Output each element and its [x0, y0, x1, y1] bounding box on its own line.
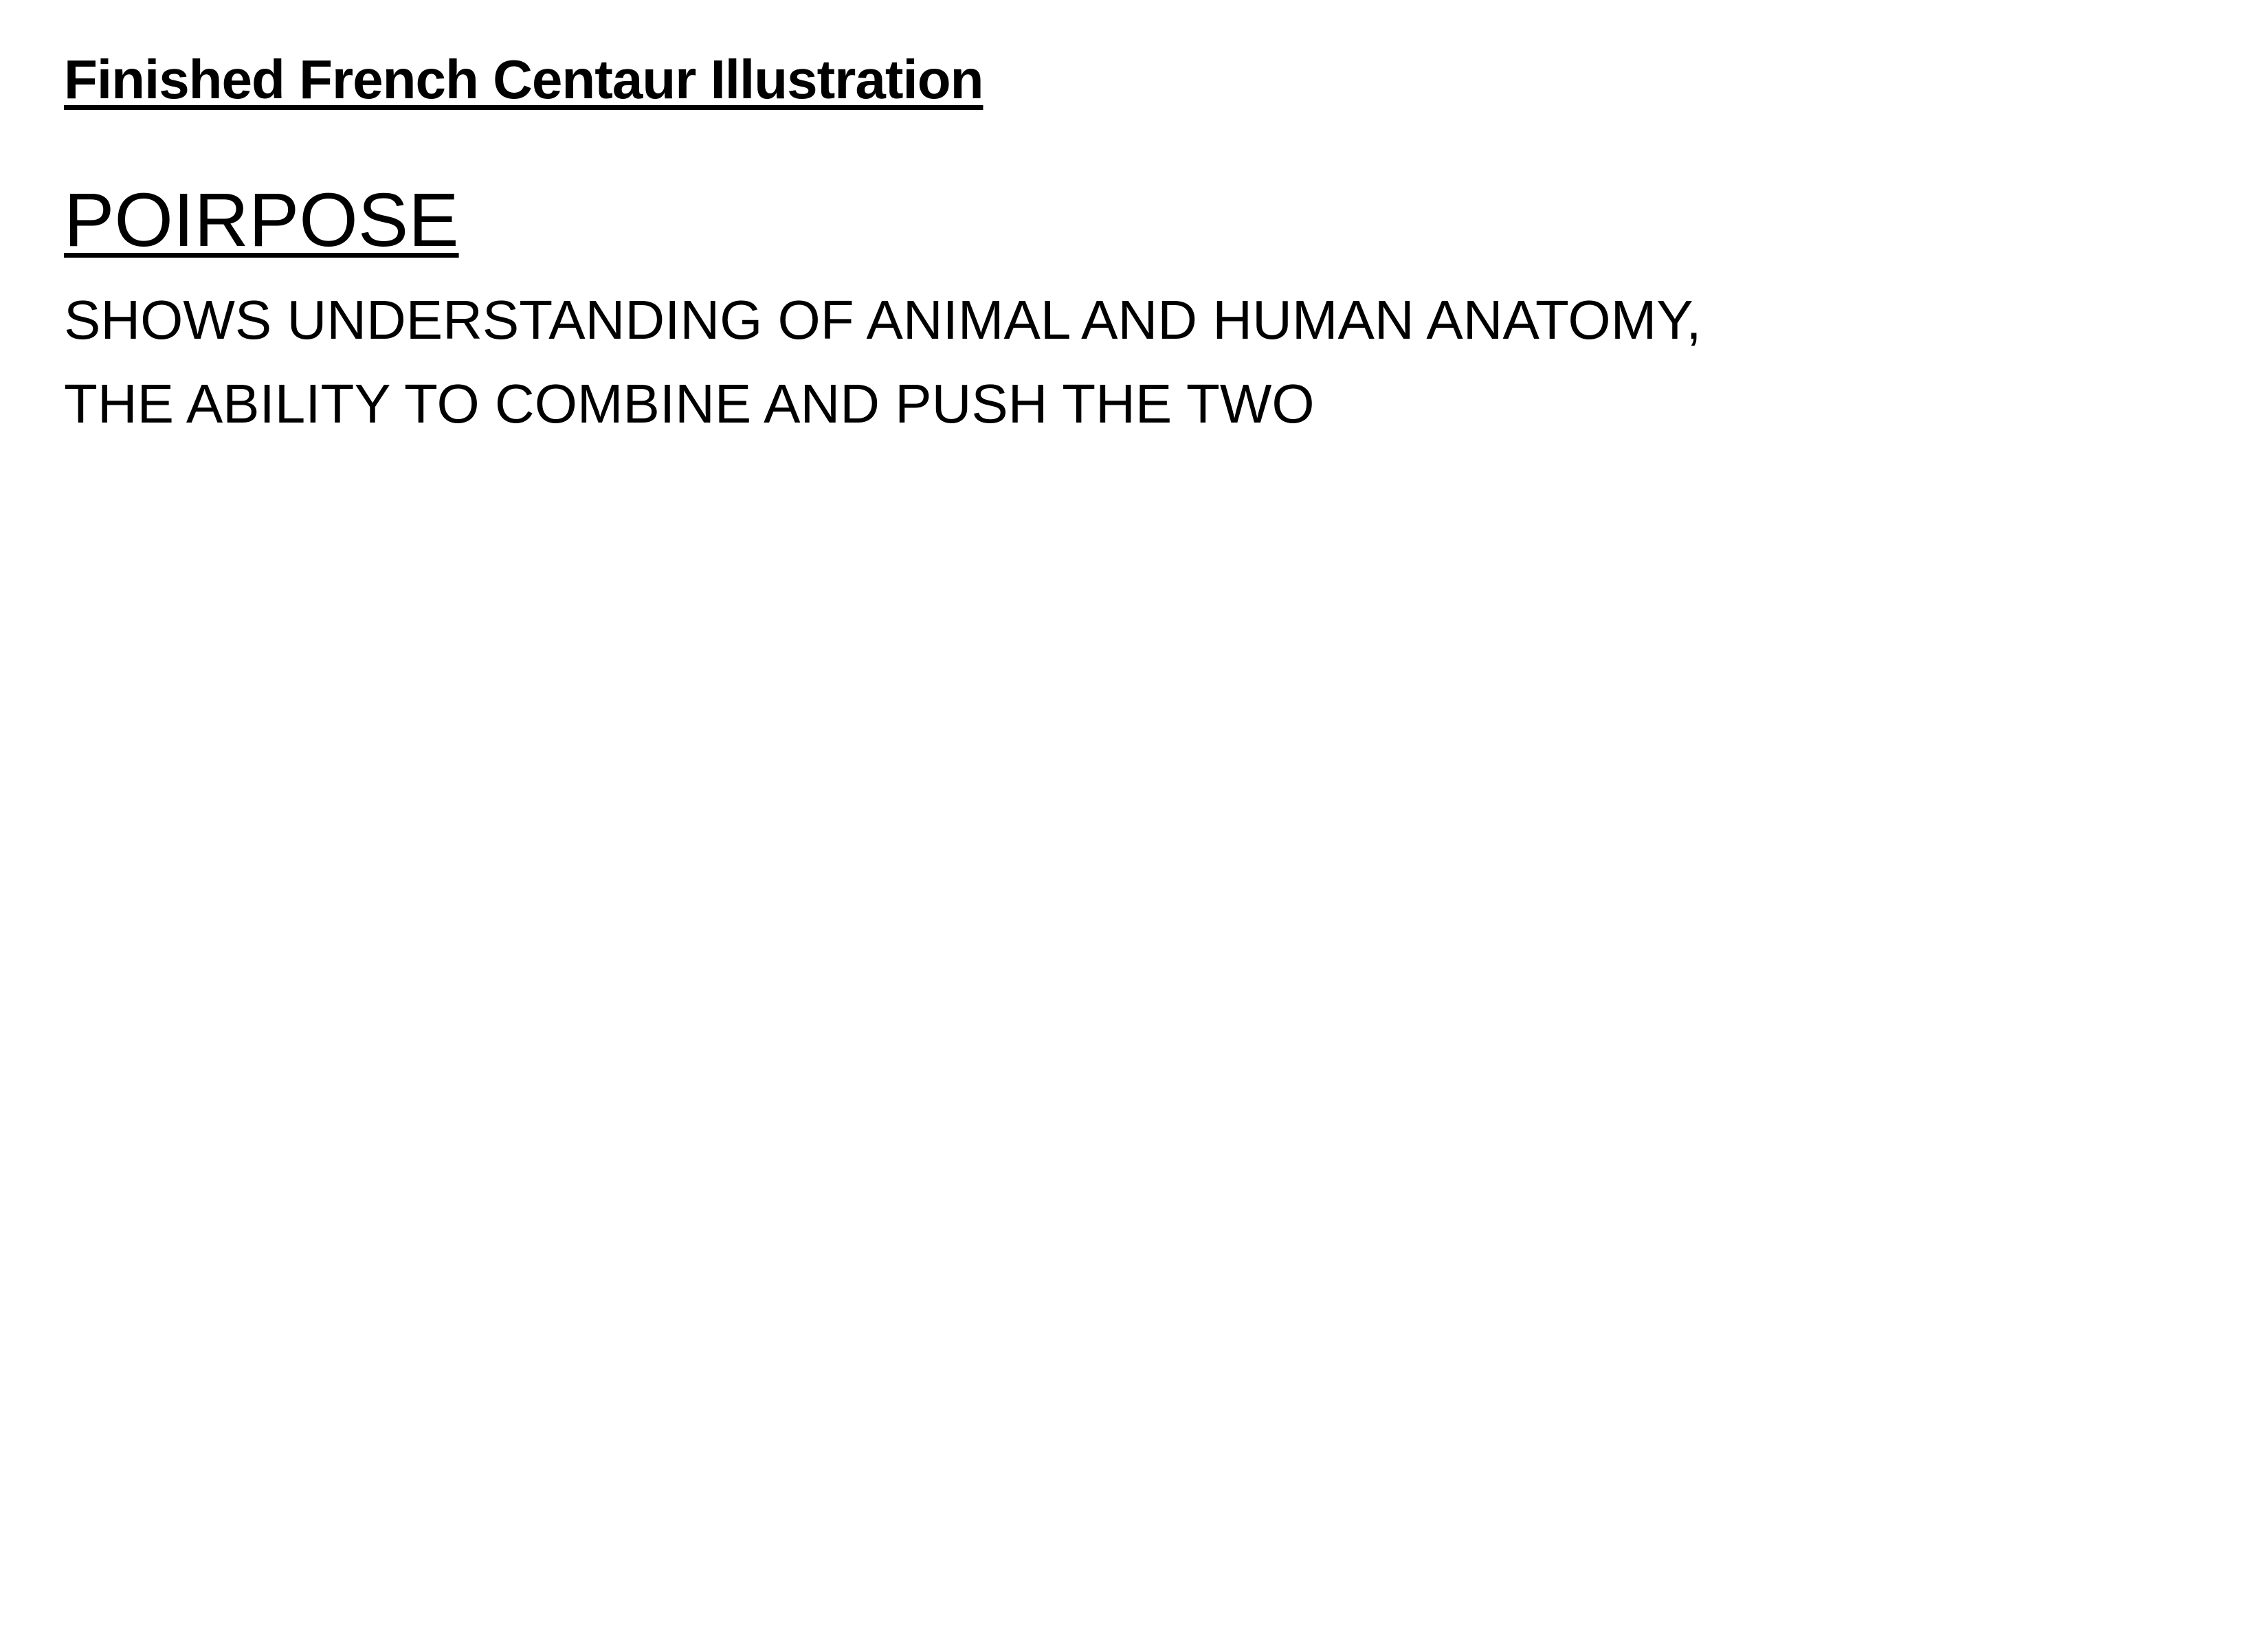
purpose-description: SHOWS UNDERSTANDING OF ANIMAL AND HUMAN …: [64, 278, 1702, 446]
page-title: Finished French Centaur Illustration: [64, 49, 983, 110]
document-page: Finished French Centaur Illustration POI…: [0, 0, 2268, 1649]
section-heading-purpose: POIRPOSE: [64, 178, 459, 262]
purpose-line-2: THE ABILITY TO COMBINE AND PUSH THE TWO: [64, 373, 1315, 434]
purpose-line-1: SHOWS UNDERSTANDING OF ANIMAL AND HUMAN …: [64, 289, 1702, 350]
